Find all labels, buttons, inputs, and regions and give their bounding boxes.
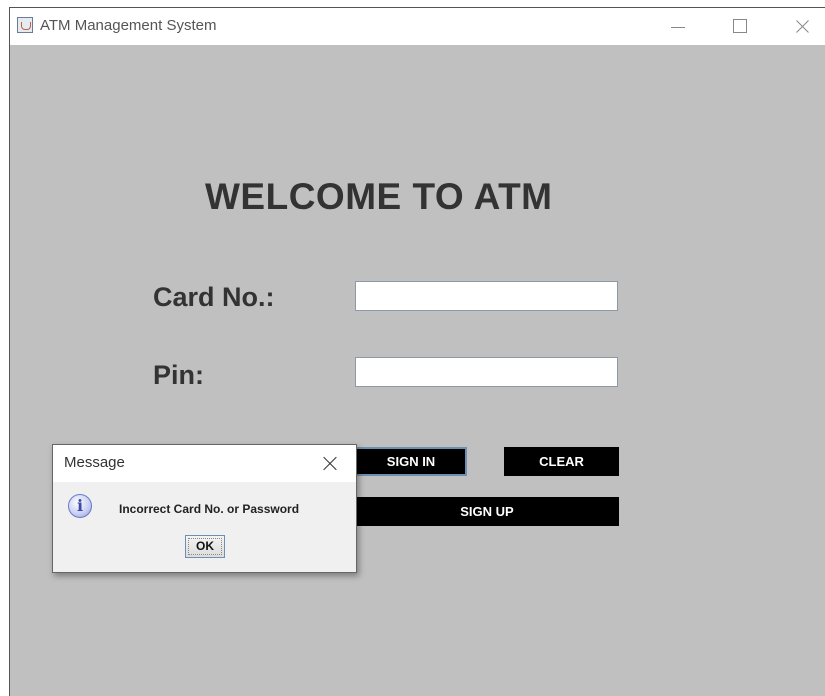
app-window: ATM Management System WELCOME TO ATM Car… [9, 7, 825, 696]
clear-button[interactable]: CLEAR [504, 447, 619, 476]
dialog-message: Incorrect Card No. or Password [119, 502, 300, 516]
sign-in-button[interactable]: SIGN IN [355, 447, 467, 476]
maximize-icon[interactable] [728, 14, 752, 38]
window-title: ATM Management System [40, 17, 217, 34]
message-dialog: Message i Incorrect Card No. or Password… [52, 444, 357, 573]
pin-label: Pin: [153, 360, 204, 390]
dialog-title: Message [64, 454, 125, 471]
info-icon: i [68, 494, 92, 518]
sign-up-button[interactable]: SIGN UP [355, 497, 619, 526]
dialog-title-bar[interactable]: Message [53, 445, 356, 482]
dialog-close-icon[interactable] [318, 452, 342, 476]
java-cup-icon [17, 17, 33, 33]
card-number-input[interactable] [355, 281, 618, 311]
pin-input[interactable] [355, 357, 618, 387]
minimize-icon[interactable] [666, 14, 690, 38]
title-bar[interactable]: ATM Management System [10, 8, 825, 45]
welcome-heading: WELCOME TO ATM [205, 176, 553, 217]
close-icon[interactable] [790, 14, 814, 38]
card-number-label: Card No.: [153, 282, 275, 312]
ok-button[interactable]: OK [185, 535, 225, 558]
